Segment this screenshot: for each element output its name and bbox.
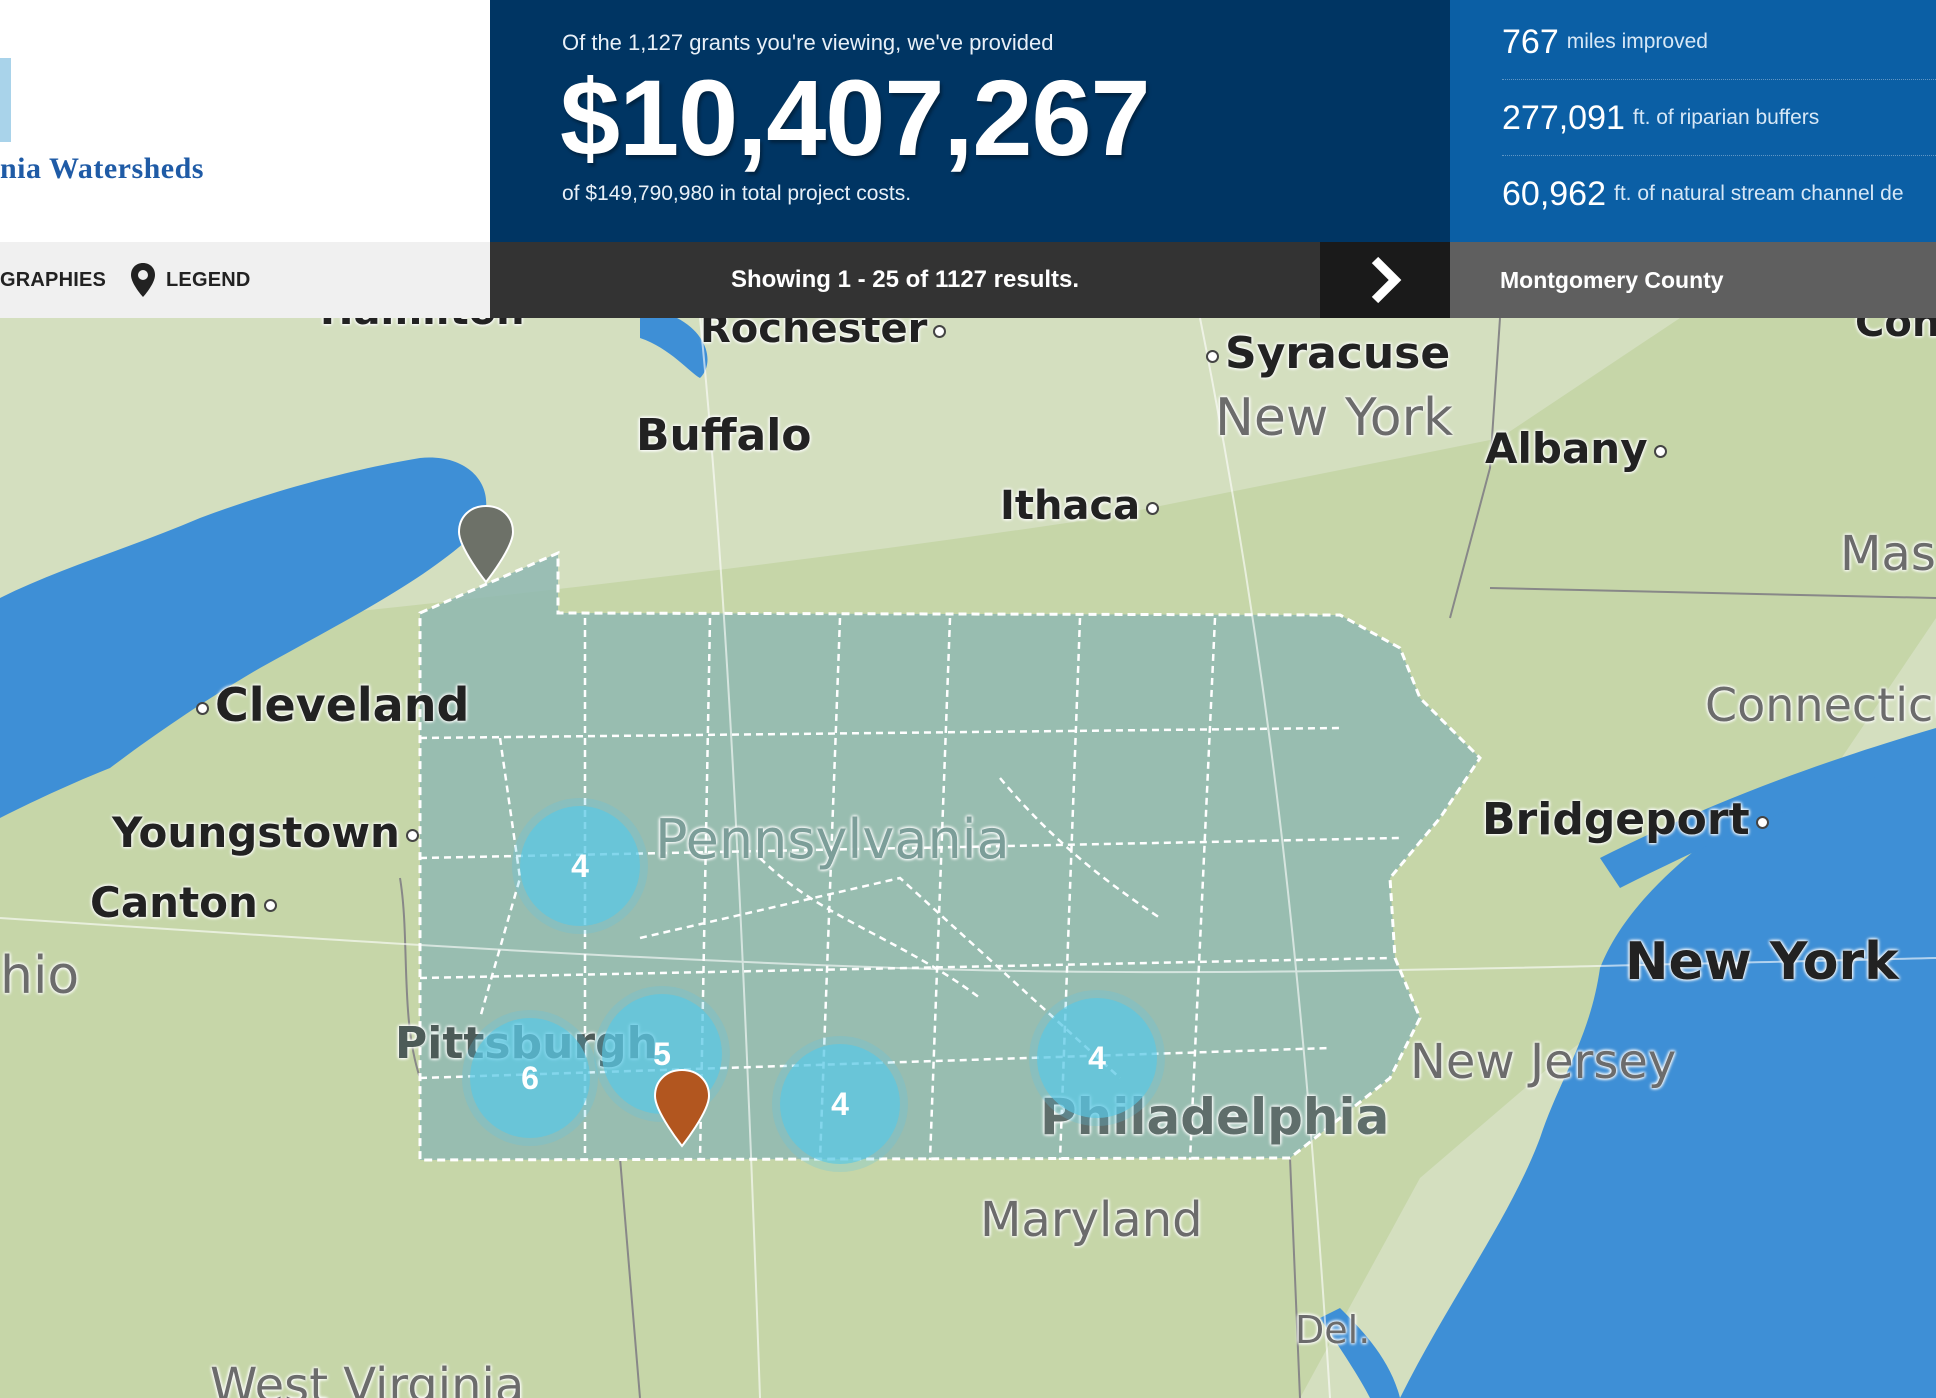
- stat-label: miles improved: [1566, 30, 1708, 53]
- city-dot-icon: [263, 899, 277, 912]
- stat-value: 60,962: [1502, 174, 1606, 213]
- stat-row: 277,091 ft. of riparian buffers: [1502, 80, 1936, 156]
- city-label: New York: [1625, 932, 1899, 992]
- map-marker-gray-icon[interactable]: [456, 504, 516, 586]
- city-name: Cleveland: [215, 678, 470, 732]
- city-label: Ithaca: [1000, 483, 1165, 529]
- city-name: Ithaca: [1000, 483, 1141, 529]
- city-dot-icon: [933, 324, 947, 338]
- stat-row: 60,962 ft. of natural stream channel de: [1502, 156, 1936, 232]
- results-count-text: Showing 1 - 25 of 1127 results.: [730, 266, 1080, 293]
- city-name: Syracuse: [1225, 328, 1451, 379]
- nav-legend-label: LEGEND: [166, 268, 251, 291]
- state-label: Connecticu: [1705, 678, 1936, 732]
- city-dot-icon: [1755, 815, 1769, 829]
- city-name: Bridgeport: [1482, 794, 1750, 845]
- nav-geographies-label: GRAPHIES: [0, 268, 107, 291]
- city-label: Rochester: [700, 318, 952, 352]
- state-label: West Virginia: [210, 1358, 525, 1398]
- city-label: Canton: [90, 878, 283, 927]
- city-dot-icon: [1206, 349, 1219, 363]
- stat-value: 277,091: [1502, 98, 1625, 137]
- state-label: hio: [0, 946, 80, 1006]
- brand-logo[interactable]: nia Watersheds: [0, 0, 490, 242]
- state-label: Del.: [1295, 1308, 1371, 1352]
- city-name: Canton: [90, 878, 258, 927]
- map-pin-icon: [131, 263, 155, 297]
- city-dot-icon: [405, 829, 419, 842]
- state-label: New Jersey: [1410, 1034, 1677, 1090]
- stat-row: 767 miles improved: [1502, 4, 1936, 80]
- stat-label: ft. of natural stream channel de: [1614, 182, 1904, 205]
- city-label: Syracuse: [1200, 328, 1450, 379]
- city-name: Rochester: [700, 318, 928, 352]
- nav-legend[interactable]: LEGEND: [130, 242, 251, 318]
- funding-summary: Of the 1,127 grants you're viewing, we'v…: [490, 0, 1450, 242]
- logo-mark: [0, 58, 11, 142]
- impact-stats: 767 miles improved 277,091 ft. of ripari…: [1450, 0, 1936, 242]
- grant-cluster[interactable]: 4: [1037, 998, 1157, 1118]
- map[interactable]: Hamilton Rochester Syracuse New York Buf…: [0, 318, 1936, 1398]
- summary-amount: $10,407,267: [560, 57, 1151, 178]
- state-label: Mas: [1840, 526, 1936, 582]
- city-dot-icon: [1146, 501, 1160, 515]
- city-label: Con: [1855, 318, 1936, 346]
- city-label: Hamilton: [320, 318, 525, 334]
- city-label: Youngstown: [112, 808, 425, 857]
- city-label: Buffalo: [636, 410, 812, 461]
- nav-bar: GRAPHIES LEGEND: [0, 242, 490, 318]
- next-page-button[interactable]: [1320, 242, 1450, 318]
- stat-label: ft. of riparian buffers: [1632, 106, 1820, 129]
- logo-text: nia Watersheds: [0, 152, 204, 185]
- nav-geographies[interactable]: GRAPHIES: [0, 242, 106, 318]
- chevron-right-icon: [1371, 256, 1402, 304]
- grant-cluster[interactable]: 4: [520, 806, 640, 926]
- city-dot-icon: [1653, 445, 1667, 458]
- results-count: Showing 1 - 25 of 1127 results.: [490, 242, 1320, 318]
- summary-lead: Of the 1,127 grants you're viewing, we'v…: [562, 30, 1054, 55]
- state-label: New York: [1215, 388, 1454, 448]
- geography-selector[interactable]: Montgomery County: [1450, 242, 1936, 318]
- city-label: Albany: [1485, 424, 1673, 473]
- city-dot-icon: [196, 702, 209, 715]
- selected-geography: Montgomery County: [1500, 266, 1724, 293]
- state-label: Pennsylvania: [655, 808, 1010, 871]
- grant-cluster[interactable]: 4: [780, 1044, 900, 1164]
- city-label: Cleveland: [190, 678, 469, 732]
- summary-total: of $149,790,980 in total project costs.: [562, 182, 912, 205]
- state-label: Maryland: [980, 1192, 1203, 1248]
- city-name: Youngstown: [112, 808, 400, 857]
- city-label: Bridgeport: [1482, 794, 1775, 845]
- stat-value: 767: [1502, 22, 1559, 61]
- grant-cluster[interactable]: 6: [470, 1018, 590, 1138]
- header: nia Watersheds GRAPHIES LEGEND Of the 1,…: [0, 0, 1936, 318]
- city-name: Albany: [1485, 424, 1648, 473]
- map-marker-orange-icon[interactable]: [652, 1068, 712, 1150]
